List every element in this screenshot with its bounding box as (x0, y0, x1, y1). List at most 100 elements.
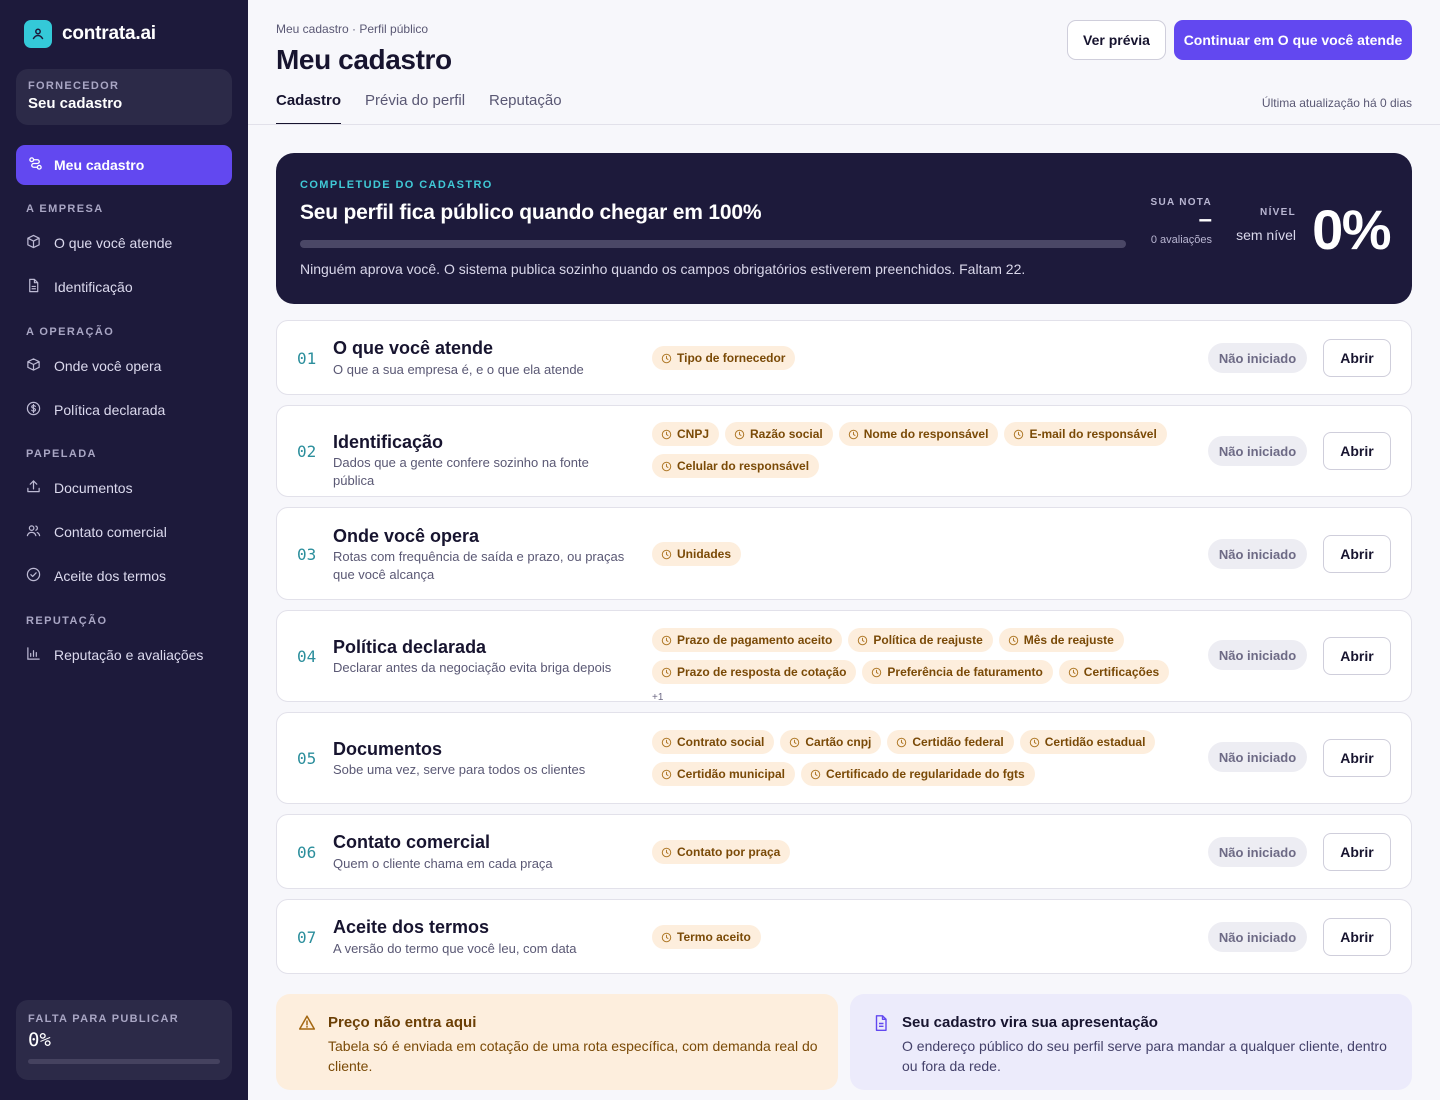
required-field-label: Certificado de regularidade do fgts (826, 767, 1025, 781)
publish-value: 0% (28, 1029, 51, 1051)
package-icon (26, 357, 41, 375)
required-field-label: Mês de reajuste (1023, 633, 1114, 647)
clock-icon (1068, 667, 1079, 678)
nav-section-operacao: A OPERAÇÃO (26, 326, 115, 338)
sidebar-item-documentos[interactable]: Documentos (26, 478, 133, 498)
section-description: Rotas com frequência de saída e prazo, o… (333, 549, 625, 582)
users-icon (26, 523, 41, 541)
required-field-label: Unidades (677, 547, 732, 561)
open-section-button[interactable]: Abrir (1323, 833, 1391, 871)
sidebar-item-identificacao[interactable]: Identificação (26, 277, 133, 297)
clock-icon (661, 461, 672, 472)
page-title: Meu cadastro (276, 44, 452, 75)
required-field-label: Contrato social (677, 735, 765, 749)
required-field-label: Prazo de resposta de cotação (677, 665, 847, 679)
required-fields: Unidades (652, 542, 1172, 566)
status-badge: Não iniciado (1208, 640, 1307, 670)
header-divider (248, 124, 1440, 125)
clock-icon (661, 769, 672, 780)
continue-button[interactable]: Continuar em O que você atende (1174, 20, 1412, 60)
check-circle-icon (26, 567, 41, 585)
clock-icon (1008, 635, 1019, 646)
sidebar-item-label: Identificação (54, 279, 133, 295)
required-fields: Contrato social Cartão cnpj Certidão feder… (652, 730, 1172, 786)
brand-logo[interactable]: contrata.ai (24, 20, 156, 48)
sidebar-item-meu-cadastro[interactable]: Meu cadastro (16, 145, 232, 185)
sidebar-item-o-que-voce-atende[interactable]: O que você atende (26, 233, 172, 253)
section-title: Política declarada (333, 637, 487, 657)
required-field-label: Contato por praça (677, 845, 781, 859)
score-reviews: 0 avaliações (1150, 234, 1212, 246)
more-fields-count: +1 (652, 692, 664, 703)
preview-button[interactable]: Ver prévia (1067, 20, 1166, 60)
required-field-label: Certidão municipal (677, 767, 786, 781)
score-block: SUA NOTA – 0 avaliações (1126, 197, 1212, 246)
status-badge: Não iniciado (1208, 837, 1307, 867)
required-field-label: Certidão federal (912, 735, 1004, 749)
required-field-tag: E-mail do responsável (1004, 422, 1167, 446)
open-section-button[interactable]: Abrir (1323, 637, 1391, 675)
section-card-04: 04 Política declarada Declarar antes da ne… (276, 610, 1412, 703)
clock-icon (661, 667, 672, 678)
section-number: 06 (297, 843, 317, 862)
section-title: Contato comercial (333, 832, 491, 852)
completeness-percent: 0% (1312, 198, 1391, 261)
required-field-tag: Unidades (652, 542, 742, 566)
status-badge: Não iniciado (1208, 436, 1307, 466)
required-fields: Termo aceito (652, 925, 1172, 949)
sidebar-item-label: Documentos (54, 480, 133, 496)
tab-previa-do-perfil[interactable]: Prévia do perfil (365, 92, 465, 125)
required-field-tag: Contrato social (652, 730, 775, 754)
score-value: – (1198, 206, 1212, 233)
required-field-tag: Política de reajuste (848, 628, 993, 652)
sidebar-item-label: O que você atende (54, 235, 173, 251)
sidebar-item-contato-comercial[interactable]: Contato comercial (26, 522, 167, 542)
price-info-box: Preço não entra aqui Tabela só é enviada… (276, 994, 838, 1090)
section-number: 01 (297, 349, 317, 368)
section-description: Dados que a gente confere sozinho na fon… (333, 455, 589, 488)
section-card-06: 06 Contato comercial Quem o cliente chama … (276, 814, 1412, 889)
required-field-label: Celular do responsável (677, 459, 810, 473)
required-field-label: Certificações (1083, 665, 1160, 679)
required-fields: Tipo de fornecedor (652, 346, 1172, 370)
last-updated: Última atualização há 0 dias (1261, 96, 1412, 110)
clock-icon (810, 769, 821, 780)
section-title: Documentos (333, 739, 443, 759)
section-number: 07 (297, 928, 317, 947)
tab-cadastro[interactable]: Cadastro (276, 92, 342, 125)
tab-reputacao[interactable]: Reputação (489, 92, 562, 125)
sidebar-item-label: Aceite dos termos (54, 568, 167, 584)
required-field-tag: Mês de reajuste (998, 628, 1124, 652)
role-card: FORNECEDOR Seu cadastro (16, 69, 232, 125)
completeness-title: Seu perfil fica público quando chegar em… (300, 201, 762, 224)
open-section-button[interactable]: Abrir (1323, 339, 1391, 377)
sidebar-item-aceite-dos-termos[interactable]: Aceite dos termos (26, 566, 166, 586)
presentation-info-box: Seu cadastro vira sua apresentação O end… (850, 994, 1412, 1090)
completeness-card: COMPLETUDE DO CADASTRO Seu perfil fica p… (276, 153, 1412, 304)
presentation-info-title: Seu cadastro vira sua apresentação (902, 1014, 1158, 1031)
required-field-tag: Nome do responsável (838, 422, 999, 446)
section-title: Identificação (333, 432, 444, 452)
sidebar-item-politica-declarada[interactable]: Política declarada (26, 400, 165, 420)
required-field-tag: Prazo de pagamento aceito (652, 628, 843, 652)
sidebar-item-label: Contato comercial (54, 524, 167, 540)
sidebar: contrata.ai FORNECEDOR Seu cadastro Meu … (0, 0, 248, 1100)
section-title: Onde você opera (333, 526, 480, 546)
brand-name: contrata.ai (62, 23, 156, 44)
required-field-tag: Certificado de regularidade do fgts (801, 762, 1035, 786)
document-icon (26, 278, 41, 296)
sidebar-item-onde-voce-opera[interactable]: Onde você opera (26, 356, 161, 376)
required-field-tag: Preferência de faturamento (862, 660, 1053, 684)
open-section-button[interactable]: Abrir (1323, 432, 1391, 470)
section-description: Quem o cliente chama em cada praça (333, 856, 553, 871)
section-card-02: 02 Identificação Dados que a gente confere… (276, 405, 1412, 497)
sidebar-item-label: Meu cadastro (54, 157, 145, 173)
sidebar-item-reputacao[interactable]: Reputação e avaliações (26, 645, 203, 665)
required-field-label: Tipo de fornecedor (677, 351, 786, 365)
open-section-button[interactable]: Abrir (1323, 535, 1391, 573)
section-card-07: 07 Aceite dos termos A versão do termo que… (276, 899, 1412, 974)
open-section-button[interactable]: Abrir (1323, 918, 1391, 956)
open-section-button[interactable]: Abrir (1323, 739, 1391, 777)
required-field-tag: Razão social (725, 422, 833, 446)
box-icon (26, 234, 41, 252)
